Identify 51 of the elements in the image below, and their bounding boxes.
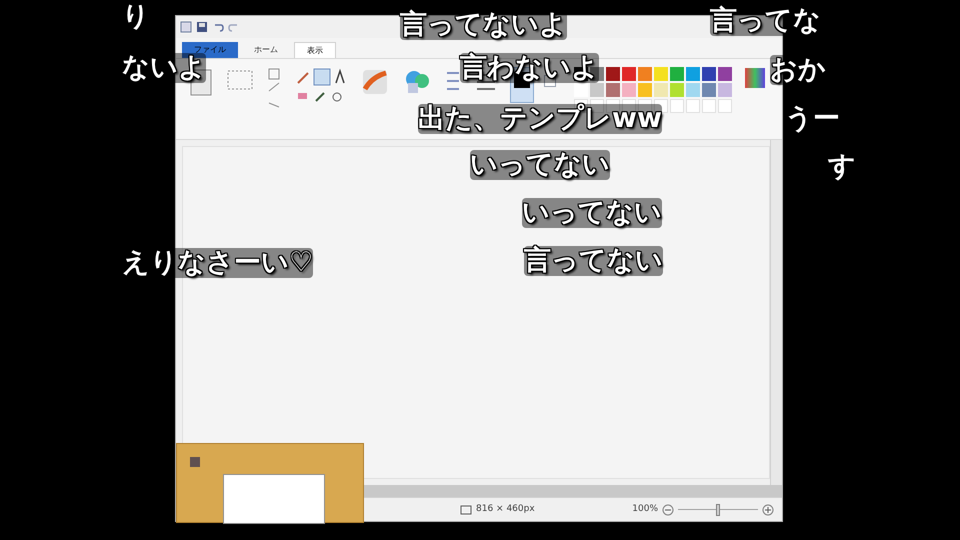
- color-swatch[interactable]: [702, 67, 716, 81]
- canvas-size-icon: [460, 504, 472, 516]
- color-swatch[interactable]: [638, 67, 652, 81]
- color-swatch[interactable]: [606, 83, 620, 97]
- empty-color-swatch[interactable]: [670, 99, 684, 113]
- zoom-out-icon[interactable]: [662, 504, 674, 516]
- color-swatch[interactable]: [718, 67, 732, 81]
- overlay-comment: いってない: [522, 198, 662, 228]
- overlay-comment: す: [828, 152, 856, 182]
- overlay-comment: いってない: [470, 150, 610, 180]
- color-swatch[interactable]: [574, 83, 588, 97]
- overlay-comment: ないよ: [122, 53, 206, 83]
- overlay-comment: おか: [770, 55, 826, 85]
- color-swatch[interactable]: [718, 83, 732, 97]
- empty-color-swatch[interactable]: [622, 99, 636, 113]
- taskbar-preview-popup[interactable]: [176, 443, 364, 523]
- overlay-comment: 言ってないよ: [400, 10, 567, 40]
- empty-color-swatch[interactable]: [638, 99, 652, 113]
- overlay-comment: 言わないよ: [460, 53, 599, 83]
- color-swatch[interactable]: [686, 83, 700, 97]
- color-swatch[interactable]: [702, 83, 716, 97]
- color-swatch[interactable]: [654, 67, 668, 81]
- color-swatch[interactable]: [670, 67, 684, 81]
- empty-color-swatch[interactable]: [702, 99, 716, 113]
- empty-color-swatch[interactable]: [654, 99, 668, 113]
- empty-color-swatch[interactable]: [718, 99, 732, 113]
- zoom-level-text: 100%: [632, 502, 658, 516]
- ribbon-tab[interactable]: 表示: [294, 42, 336, 58]
- zoom-slider[interactable]: [678, 504, 758, 516]
- ribbon-tab[interactable]: ホーム: [242, 42, 290, 58]
- zoom-in-icon[interactable]: [762, 504, 774, 516]
- color-swatch[interactable]: [654, 83, 668, 97]
- vertical-scrollbar[interactable]: [770, 140, 782, 485]
- overlay-comment: えりなさーい♡: [122, 248, 314, 278]
- color-swatch[interactable]: [590, 83, 604, 97]
- empty-color-swatch[interactable]: [686, 99, 700, 113]
- zoom-slider-thumb[interactable]: [716, 504, 720, 516]
- app-icon: [189, 456, 201, 468]
- color-swatch[interactable]: [622, 67, 636, 81]
- paint-app-icon: [180, 21, 192, 33]
- color-swatch[interactable]: [606, 67, 620, 81]
- canvas-size-text: 816 × 460px: [476, 502, 535, 516]
- color-swatch[interactable]: [670, 83, 684, 97]
- overlay-comment: 出た、テンプレww: [418, 104, 662, 134]
- color-swatch[interactable]: [622, 83, 636, 97]
- color-swatch[interactable]: [686, 67, 700, 81]
- overlay-comment: 言ってない: [524, 246, 663, 276]
- save-icon[interactable]: [196, 21, 208, 33]
- brush-icon[interactable]: [360, 67, 390, 97]
- color-swatch[interactable]: [638, 83, 652, 97]
- edit-colors-icon[interactable]: [744, 67, 766, 89]
